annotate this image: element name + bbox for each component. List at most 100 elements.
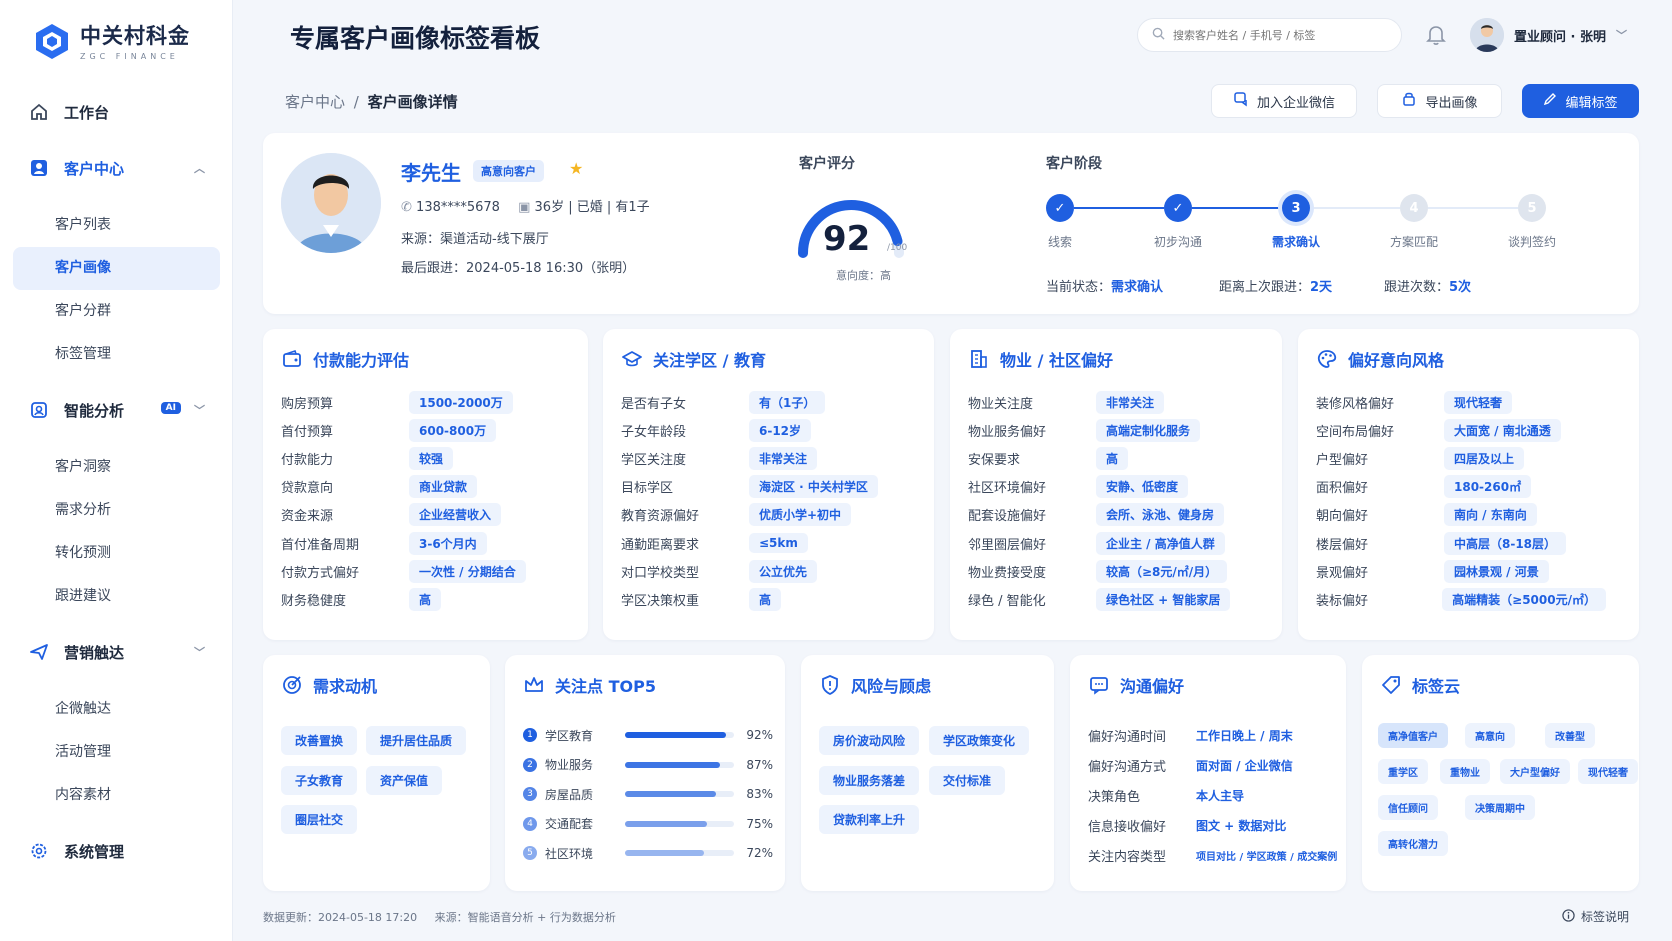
attribute-value-tag[interactable]: 大面宽 / 南北通透: [1444, 418, 1561, 442]
nav-content-material[interactable]: 内容素材: [13, 774, 220, 817]
nav-workbench-label: 工作台: [64, 103, 110, 122]
tag-chip[interactable]: 重物业: [1440, 759, 1490, 784]
attribute-row: 装修风格偏好 现代轻奢: [1316, 388, 1606, 416]
nav-customer-center[interactable]: 客户中心 ︿: [0, 148, 233, 188]
attribute-value-tag[interactable]: 企业经营收入: [409, 503, 502, 527]
stage-node[interactable]: 4: [1400, 194, 1428, 222]
attribute-value-tag[interactable]: 较高（≥8元/㎡/月）: [1096, 559, 1228, 583]
nav-customer-insight[interactable]: 客户洞察: [13, 446, 220, 489]
attribute-value-tag[interactable]: 中高层（8-18层）: [1444, 531, 1567, 555]
tag-chip[interactable]: 高转化潜力: [1378, 831, 1448, 856]
attribute-value-tag[interactable]: 现代轻奢: [1444, 390, 1513, 414]
stage-node[interactable]: 5: [1518, 194, 1546, 222]
attribute-value-tag[interactable]: ≤5km: [749, 533, 808, 553]
attribute-value-tag[interactable]: 园林景观 / 河景: [1444, 559, 1549, 583]
attribute-row: 绿色 / 智能化 绿色社区 + 智能家居: [968, 585, 1258, 613]
edit-tags-button-label: 编辑标签: [1565, 95, 1618, 111]
export-button[interactable]: 导出画像: [1377, 84, 1502, 118]
stage-label: 需求确认: [1271, 235, 1320, 249]
attribute-value-tag[interactable]: 公立优先: [749, 559, 818, 583]
footer-info: 数据更新：2024-05-18 17:20 来源：智能语音分析 + 行为数据分析: [263, 909, 616, 925]
nav-customer-list[interactable]: 客户列表: [13, 204, 220, 247]
stage-node[interactable]: 3: [1282, 194, 1310, 222]
bell-icon[interactable]: [1426, 24, 1448, 46]
attribute-key: 楼层偏好: [1316, 537, 1369, 553]
tag-chip[interactable]: 决策周期中: [1465, 795, 1535, 820]
property-title-text: 物业 / 社区偏好: [1000, 351, 1113, 370]
tag-chip[interactable]: 改善型: [1545, 723, 1595, 748]
attribute-value-tag[interactable]: 高: [1096, 446, 1129, 470]
breadcrumb-parent[interactable]: 客户中心: [285, 93, 345, 111]
tag-chip[interactable]: 物业服务落差: [819, 766, 920, 795]
nav-follow-suggest[interactable]: 跟进建议: [13, 575, 220, 618]
check-icon[interactable]: ✓: [1046, 194, 1074, 222]
tag-chip[interactable]: 交付标准: [929, 766, 1006, 795]
tag-chip[interactable]: 贷款利率上升: [819, 805, 920, 834]
tag-chip[interactable]: 学区政策变化: [929, 726, 1030, 755]
wecom-button[interactable]: 加入企业微信: [1211, 84, 1357, 118]
nav-marketing[interactable]: 营销触达 ﹀: [0, 632, 233, 672]
tag-chip[interactable]: 改善置换: [281, 726, 358, 755]
nav-customer-profile[interactable]: 客户画像: [13, 247, 220, 290]
nav-system[interactable]: 系统管理: [0, 831, 233, 871]
attribute-value-tag[interactable]: 非常关注: [749, 446, 818, 470]
edit-icon: [1543, 92, 1557, 110]
tag-chip[interactable]: 资产保值: [366, 766, 443, 795]
tag-chip[interactable]: 大户型偏好: [1500, 759, 1570, 784]
tag-chip[interactable]: 高净值客户: [1378, 723, 1448, 748]
attribute-value-tag[interactable]: 南向 / 东南向: [1444, 503, 1537, 527]
check-icon[interactable]: ✓: [1164, 194, 1192, 222]
chevron-down-icon[interactable]: ﹀: [194, 402, 205, 418]
attribute-value-tag[interactable]: 优质小学+初中: [749, 503, 852, 527]
tag-chip[interactable]: 现代轻奢: [1578, 759, 1638, 784]
attribute-value-tag[interactable]: 高: [409, 587, 442, 611]
attribute-value-tag[interactable]: 1500-2000万: [409, 390, 513, 414]
chevron-down-icon: ﹀: [1616, 29, 1627, 42]
attribute-value-tag[interactable]: 海淀区 · 中关村学区: [749, 475, 878, 499]
search-input[interactable]: [1173, 28, 1393, 42]
nav-workbench[interactable]: 工作台: [0, 92, 233, 132]
tag-chip[interactable]: 高意向: [1465, 723, 1515, 748]
attribute-value-tag[interactable]: 一次性 / 分期结合: [409, 559, 526, 583]
brand-logo[interactable]: 中关村科金 ZGC FINANCE: [34, 20, 190, 61]
nav-activity-manage[interactable]: 活动管理: [13, 731, 220, 774]
nav-conversion-predict[interactable]: 转化预测: [13, 532, 220, 575]
comm-key: 信息接收偏好: [1088, 819, 1167, 835]
attribute-value-tag[interactable]: 高: [749, 587, 782, 611]
tag-chip[interactable]: 提升居住品质: [366, 726, 467, 755]
star-icon[interactable]: ★: [569, 159, 583, 178]
attribute-value-tag[interactable]: 180-260㎡: [1444, 475, 1532, 499]
nav-demand-analysis[interactable]: 需求分析: [13, 489, 220, 532]
attribute-value-tag[interactable]: 高端精装（≥5000元/㎡）: [1442, 587, 1606, 611]
tag-chip[interactable]: 重学区: [1378, 759, 1428, 784]
chevron-up-icon[interactable]: ︿: [194, 160, 205, 176]
nav-tag-manage[interactable]: 标签管理: [13, 333, 220, 376]
attribute-value-tag[interactable]: 会所、泳池、健身房: [1096, 503, 1225, 527]
nav-smart-analysis[interactable]: 智能分析 AI ﹀: [0, 390, 233, 430]
user-menu[interactable]: 置业顾问 · 张明 ﹀: [1470, 18, 1627, 52]
attribute-value-tag[interactable]: 6-12岁: [749, 418, 812, 442]
tag-chip[interactable]: 圈层社交: [281, 805, 358, 834]
attribute-value-tag[interactable]: 3-6个月内: [409, 531, 487, 555]
tag-chip[interactable]: 子女教育: [281, 766, 358, 795]
attribute-value-tag[interactable]: 绿色社区 + 智能家居: [1096, 587, 1231, 611]
top5-card: 关注点 TOP5 1 学区教育 92% 2 物业服务 87% 3 房屋品质 83% 4 交通配套 75…: [505, 655, 785, 891]
nav-wecom-reach[interactable]: 企微触达: [13, 688, 220, 731]
tag-chip[interactable]: 房价波动风险: [819, 726, 920, 755]
edit-tags-button[interactable]: 编辑标签: [1522, 84, 1639, 118]
attribute-value-tag[interactable]: 有（1子）: [749, 390, 826, 414]
chevron-down-icon[interactable]: ﹀: [194, 644, 205, 660]
attribute-value-tag[interactable]: 商业贷款: [409, 475, 478, 499]
attribute-value-tag[interactable]: 安静、低密度: [1096, 475, 1189, 499]
search-box[interactable]: [1137, 18, 1402, 52]
attribute-value-tag[interactable]: 四居及以上: [1444, 446, 1525, 470]
top5-bar-fill: [624, 732, 726, 738]
tag-help-link[interactable]: 标签说明: [1562, 908, 1629, 925]
attribute-value-tag[interactable]: 企业主 / 高净值人群: [1096, 531, 1225, 555]
nav-customer-segment[interactable]: 客户分群: [13, 290, 220, 333]
attribute-value-tag[interactable]: 非常关注: [1096, 390, 1165, 414]
attribute-value-tag[interactable]: 较强: [409, 446, 454, 470]
tag-chip[interactable]: 信任顾问: [1378, 795, 1438, 820]
attribute-value-tag[interactable]: 600-800万: [409, 418, 497, 442]
attribute-value-tag[interactable]: 高端定制化服务: [1096, 418, 1201, 442]
